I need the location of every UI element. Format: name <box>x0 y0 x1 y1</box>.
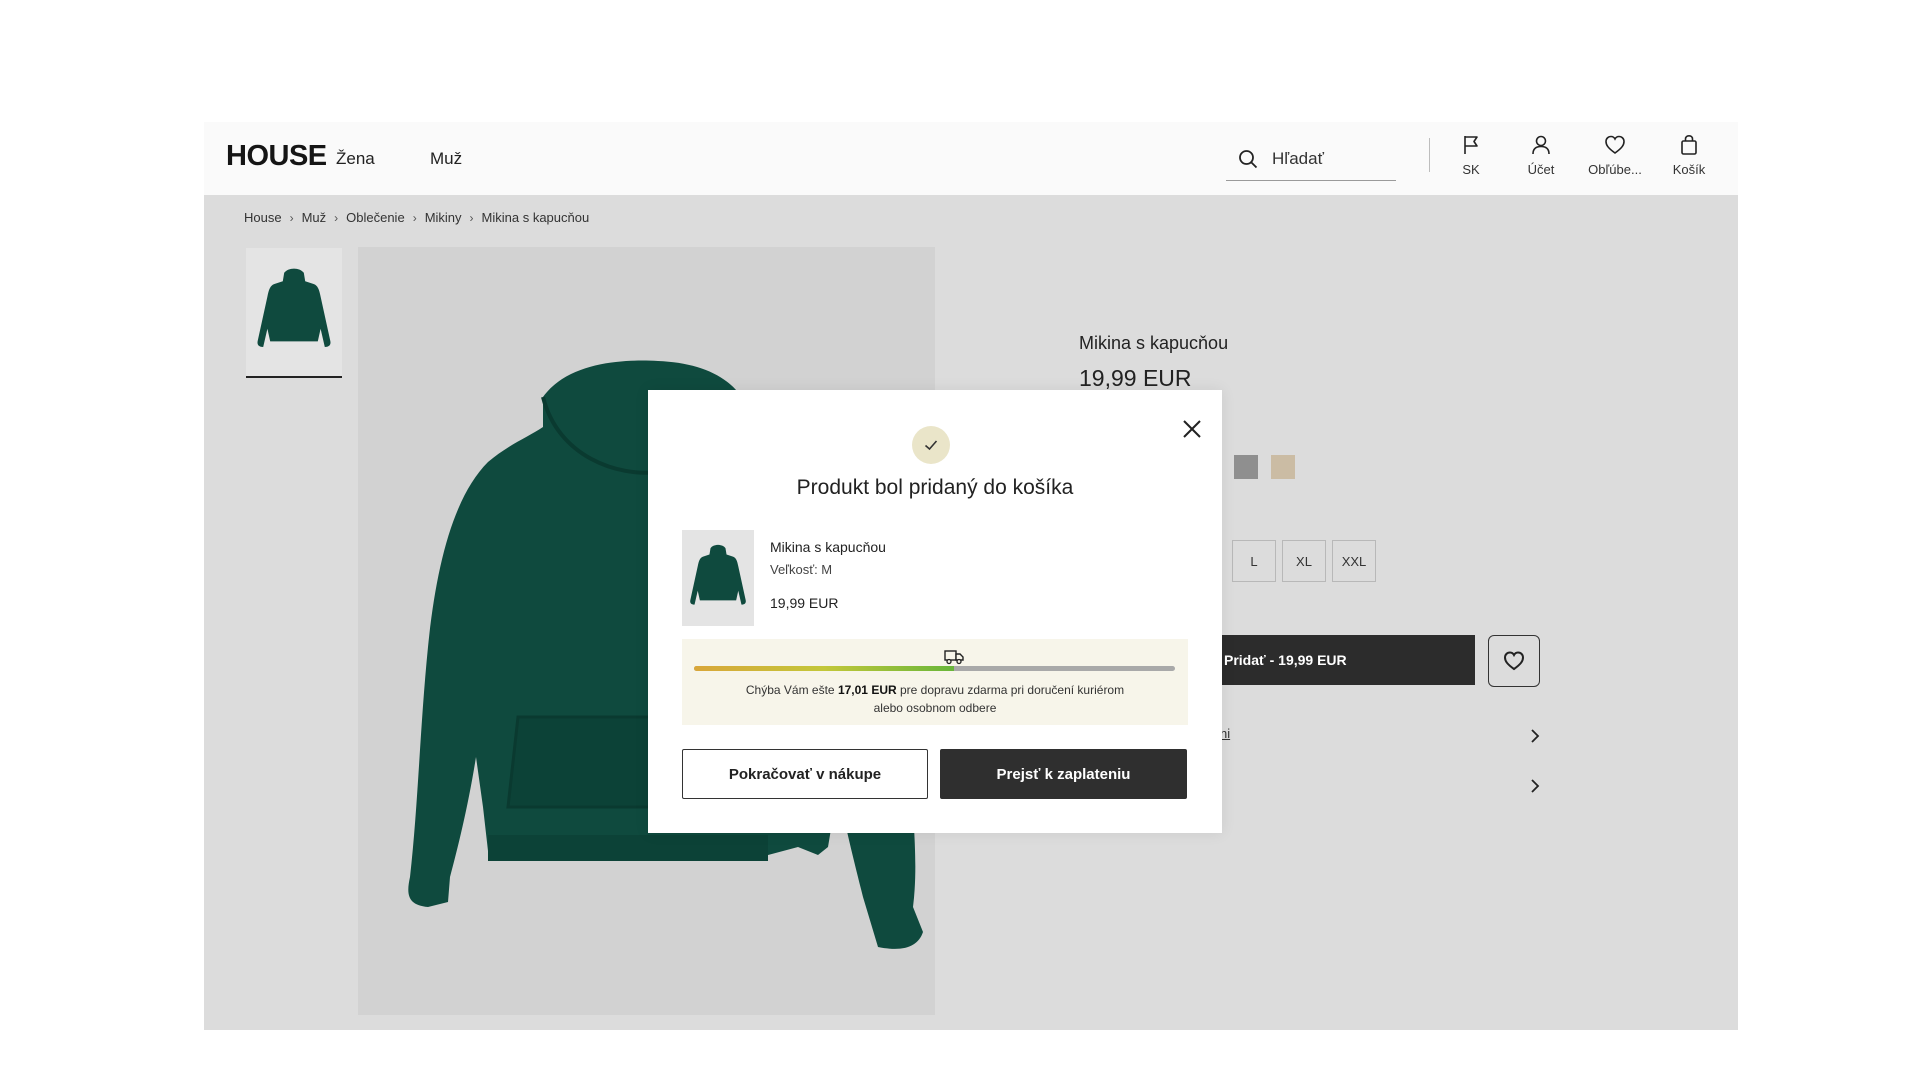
chevron-right-icon[interactable] <box>1529 778 1541 794</box>
success-badge <box>912 426 950 464</box>
shipping-text-before: Chýba Vám ešte <box>745 683 835 697</box>
favorites-button[interactable]: Obľúbe... <box>1580 134 1650 177</box>
nav-zena[interactable]: Žena <box>336 149 375 169</box>
bag-icon <box>1681 134 1697 155</box>
logo[interactable]: HOUSE <box>226 140 327 173</box>
progress-fill <box>694 666 954 671</box>
breadcrumb-muz[interactable]: Muž <box>302 210 327 225</box>
heart-icon <box>1503 651 1525 671</box>
product-price: 19,99 EUR <box>1079 365 1192 391</box>
close-icon[interactable] <box>1179 416 1205 442</box>
breadcrumb-house[interactable]: House <box>244 210 282 225</box>
breadcrumb-mikiny[interactable]: Mikiny <box>425 210 462 225</box>
breadcrumb-separator-icon: › <box>334 210 339 225</box>
chevron-right-icon[interactable] <box>1529 728 1541 744</box>
site-header: HOUSE Žena Muž SK Účet <box>204 122 1738 195</box>
breadcrumb-separator-icon: › <box>289 210 294 225</box>
color-swatch-beige[interactable] <box>1271 455 1295 479</box>
add-to-cart-button[interactable]: Pridať - 19,99 EUR <box>1220 635 1475 685</box>
cart-item-price: 19,99 EUR <box>770 595 839 611</box>
add-to-favorites-button[interactable] <box>1488 635 1540 687</box>
cart-item-thumbnail <box>682 530 754 626</box>
cart-item-name: Mikina s kapucňou <box>770 539 886 555</box>
shipping-text-after: pre dopravu zdarma pri doručení kuriérom <box>900 683 1125 697</box>
hoodie-thumbnail-image <box>690 544 746 605</box>
modal-title: Produkt bol pridaný do košíka <box>796 476 1074 499</box>
continue-shopping-button[interactable]: Pokračovať v nákupe <box>682 749 928 799</box>
language-label: SK <box>1462 162 1480 177</box>
heart-icon <box>1605 135 1625 154</box>
product-title: Mikina s kapucňou <box>1079 333 1229 353</box>
breadcrumb-current: Mikina s kapucňou <box>481 210 590 225</box>
account-label: Účet <box>1527 162 1555 177</box>
search-input[interactable] <box>1270 148 1384 170</box>
shipping-amount: 17,01 EUR <box>837 683 897 697</box>
shipping-message: Chýba Vám ešte 17,01 EUR pre dopravu zda… <box>682 681 1188 717</box>
free-shipping-progress: Chýba Vám ešte 17,01 EUR pre dopravu zda… <box>682 639 1188 725</box>
truck-icon <box>944 650 964 665</box>
breadcrumb-separator-icon: › <box>412 210 417 225</box>
size-button-xxl[interactable]: XXL <box>1332 540 1376 582</box>
user-icon <box>1532 135 1550 155</box>
cart-button[interactable]: Košík <box>1654 134 1724 177</box>
search-icon <box>1239 150 1258 169</box>
size-button-l[interactable]: L <box>1232 540 1276 582</box>
color-swatch-grey[interactable] <box>1234 455 1258 479</box>
product-thumbnail[interactable] <box>246 248 342 378</box>
header-divider <box>1429 138 1430 172</box>
shipping-text-line2: alebo osobnom odbere <box>873 701 997 715</box>
account-button[interactable]: Účet <box>1506 134 1576 177</box>
breadcrumb-separator-icon: › <box>469 210 474 225</box>
breadcrumb: House › Muž › Oblečenie › Mikiny › Mikin… <box>244 210 589 225</box>
size-button-xl[interactable]: XL <box>1282 540 1326 582</box>
language-button[interactable]: SK <box>1436 134 1506 177</box>
favorites-label: Obľúbe... <box>1588 162 1642 177</box>
hoodie-thumbnail-image <box>257 268 331 347</box>
cart-item-size: Veľkosť: M <box>770 562 833 577</box>
breadcrumb-oblecenie[interactable]: Oblečenie <box>346 210 405 225</box>
added-to-cart-modal: Produkt bol pridaný do košíka Mikina s k… <box>648 390 1222 833</box>
search-bar[interactable] <box>1226 138 1396 181</box>
cart-label: Košík <box>1672 162 1706 177</box>
progress-track <box>694 666 1175 671</box>
checkmark-icon <box>924 440 938 451</box>
flag-icon <box>1464 136 1478 154</box>
checkout-button[interactable]: Prejsť k zaplateniu <box>940 749 1187 799</box>
nav-muz[interactable]: Muž <box>430 149 462 169</box>
